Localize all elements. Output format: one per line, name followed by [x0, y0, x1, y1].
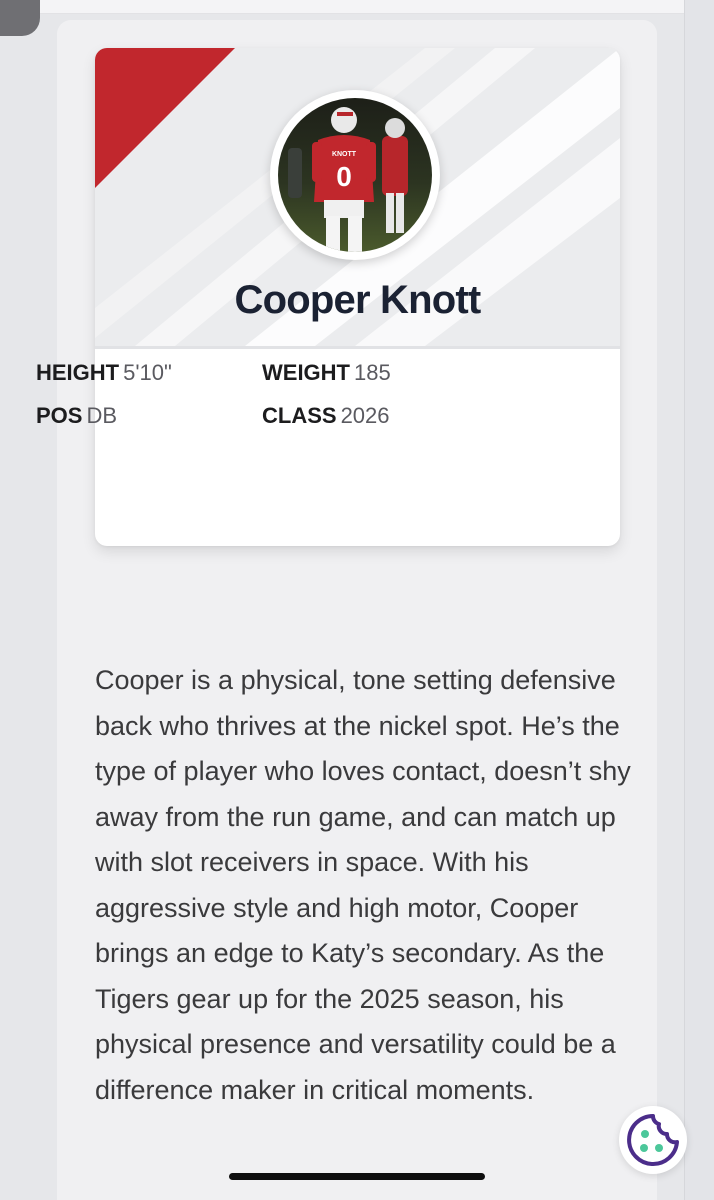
page: KNOTT 0 Cooper Knott HEIGHT 5'10" WEIGHT 1… — [0, 0, 714, 1200]
cookie-icon — [627, 1114, 679, 1166]
player-name: Cooper Knott — [234, 278, 482, 322]
jersey-nameplate: KNOTT — [332, 151, 357, 158]
back-tab-icon[interactable] — [0, 0, 40, 36]
cookie-settings-button[interactable] — [619, 1106, 687, 1174]
stat-height: HEIGHT 5'10" — [36, 360, 172, 386]
stat-weight: WEIGHT 185 — [262, 360, 391, 386]
stat-class-label: CLASS — [262, 403, 337, 428]
player-card: KNOTT 0 Cooper Knott — [95, 48, 620, 546]
stat-pos-value: DB — [86, 403, 118, 428]
stat-height-value: 5'10" — [123, 360, 172, 385]
card-divider — [95, 346, 620, 349]
stat-class: CLASS 2026 — [262, 403, 390, 429]
top-strip — [40, 0, 684, 14]
stat-pos: POS DB — [36, 403, 117, 429]
avatar: KNOTT 0 — [270, 90, 440, 260]
stat-pos-label: POS — [36, 403, 83, 428]
stat-weight-value: 185 — [354, 360, 391, 385]
player-bio: Cooper is a physical, tone setting defen… — [95, 665, 631, 1105]
stat-weight-label: WEIGHT — [262, 360, 350, 385]
scroll-rail — [684, 0, 714, 1200]
card-header: KNOTT 0 Cooper Knott — [95, 48, 620, 346]
stat-class-value: 2026 — [340, 403, 390, 428]
stat-height-label: HEIGHT — [36, 360, 120, 385]
home-indicator[interactable] — [229, 1173, 485, 1180]
player-photo: KNOTT 0 — [278, 98, 432, 252]
jersey-number: 0 — [336, 161, 352, 192]
